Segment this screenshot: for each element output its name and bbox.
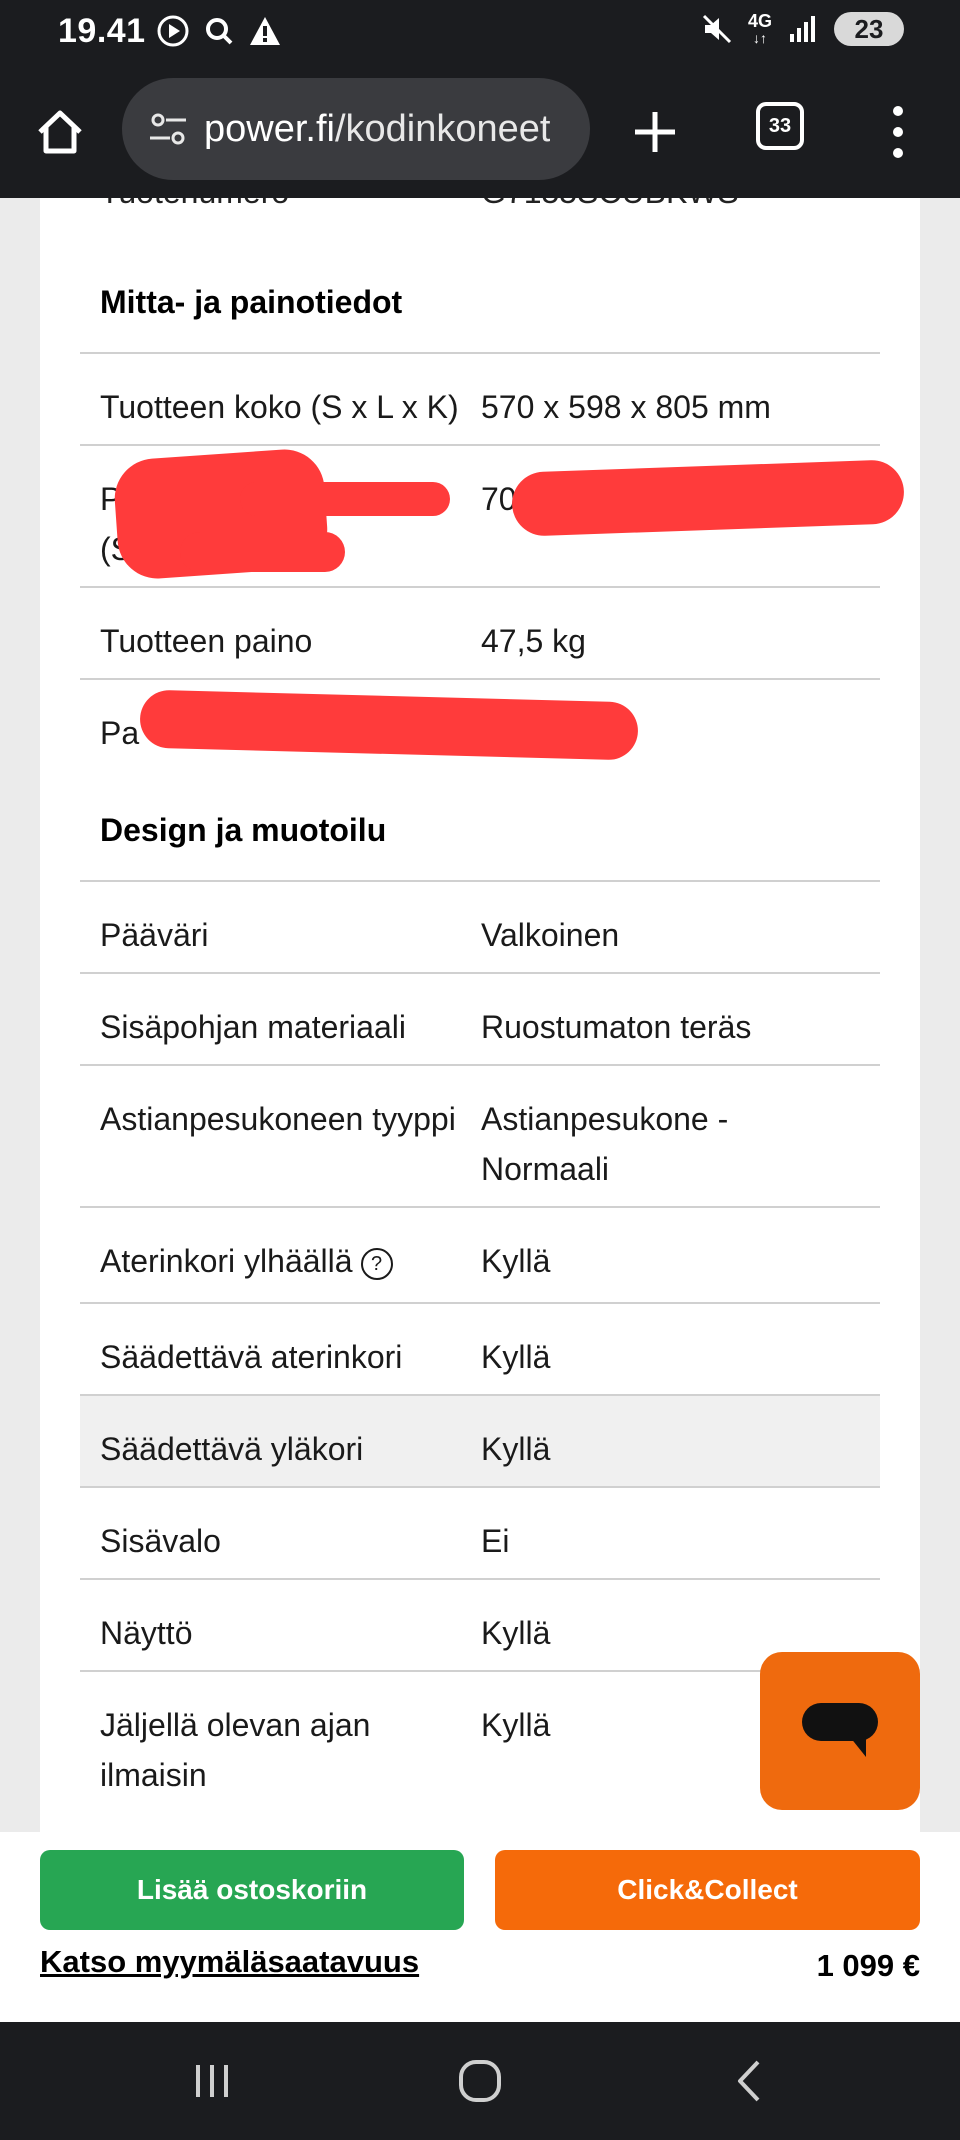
status-time: 19.41 xyxy=(58,12,146,50)
spec-value: Kyllä xyxy=(481,1431,551,1467)
section-title-design: Design ja muotoilu xyxy=(100,812,387,848)
spec-row: Sisäpohjan materiaali Ruostumaton teräs xyxy=(80,972,880,1064)
spec-label: Tuotteen paino xyxy=(100,623,313,659)
spec-value: Kyllä xyxy=(481,1615,551,1651)
media-playing-icon xyxy=(156,14,190,48)
spec-row: P (S x 70 xyxy=(80,444,905,586)
spec-row: Pääväri Valkoinen xyxy=(80,880,880,972)
help-icon[interactable]: ? xyxy=(360,1247,393,1280)
spec-value: G7155SCUBKWS xyxy=(481,198,739,211)
spec-label: Sisävalo xyxy=(100,1523,221,1559)
spec-row: Pa 5 xyxy=(80,678,880,770)
spec-value: 570 x 598 x 805 mm xyxy=(481,389,771,425)
redaction-mark xyxy=(180,532,345,572)
signal-icon xyxy=(786,12,820,46)
click-collect-button[interactable]: Click&Collect xyxy=(495,1850,920,1930)
battery-icon: 23 xyxy=(834,12,904,46)
mute-icon xyxy=(700,12,734,46)
product-price: 1 099 € xyxy=(816,1948,920,1983)
address-bar[interactable]: power.fi/kodinkoneet xyxy=(122,78,590,180)
search-lens-icon xyxy=(202,14,236,48)
add-to-cart-button[interactable]: Lisää ostoskoriin xyxy=(40,1850,464,1930)
plus-icon[interactable] xyxy=(625,102,685,162)
spec-value: Kyllä xyxy=(481,1339,551,1375)
warning-icon xyxy=(248,14,282,48)
spec-label: Säädettävä yläkori xyxy=(100,1431,364,1467)
spec-label: Tuotenumero xyxy=(100,198,289,211)
chat-button[interactable] xyxy=(760,1652,920,1810)
spec-value: 47,5 kg xyxy=(481,623,586,659)
spec-value: Kyllä xyxy=(481,1243,551,1279)
spec-value: Astianpesukone - Normaali xyxy=(481,1101,729,1187)
chat-bubble-icon xyxy=(802,1703,878,1757)
browser-toolbar: power.fi/kodinkoneet 33 xyxy=(0,66,960,198)
purchase-bar: Lisää ostoskoriin Click&Collect Katso my… xyxy=(0,1832,960,2022)
section-title-dimensions: Mitta- ja painotiedot xyxy=(100,284,403,320)
recent-apps-icon[interactable] xyxy=(182,2056,242,2106)
status-bar: 19.41 4G ↓↑ 23 xyxy=(0,0,960,66)
redaction-mark xyxy=(511,459,905,537)
system-navigation-bar xyxy=(0,2022,960,2140)
spec-row: Säädettävä yläkori Kyllä xyxy=(80,1394,880,1486)
spec-label: Näyttö xyxy=(100,1615,193,1651)
home-icon[interactable] xyxy=(30,102,90,162)
more-vert-icon[interactable] xyxy=(880,102,916,162)
tab-switcher-button[interactable]: 33 xyxy=(756,102,804,150)
spec-label: Tuotteen koko (S x L x K) xyxy=(100,389,459,425)
spec-value: Ruostumaton teräs xyxy=(481,1009,752,1045)
spec-row-partial: Tuotenumero G7155SCUBKWS xyxy=(100,198,920,210)
spec-row: Aterinkori ylhäällä? Kyllä xyxy=(80,1206,880,1302)
spec-row: Näyttö Kyllä xyxy=(80,1578,880,1670)
spec-label: Pääväri xyxy=(100,917,209,953)
spec-row: Tuotteen koko (S x L x K) 570 x 598 x 80… xyxy=(80,352,880,444)
battery-level: 23 xyxy=(854,13,884,44)
product-specs-card: Tuotenumero G7155SCUBKWS Mitta- ja paino… xyxy=(40,198,920,1832)
spec-row: Säädettävä aterinkori Kyllä xyxy=(80,1302,880,1394)
spec-row: Sisävalo Ei xyxy=(80,1486,880,1578)
spec-value: Ei xyxy=(481,1523,510,1559)
spec-row: Astianpesukoneen tyyppi Astianpesukone -… xyxy=(80,1064,880,1206)
store-availability-link[interactable]: Katso myymäläsaatavuus xyxy=(40,1944,419,1980)
redaction-mark xyxy=(240,482,450,516)
back-icon[interactable] xyxy=(720,2056,780,2106)
spec-label: Astianpesukoneen tyyppi xyxy=(100,1101,456,1137)
url-text: power.fi/kodinkoneet xyxy=(204,107,551,150)
spec-value: Valkoinen xyxy=(481,917,620,953)
site-settings-icon[interactable] xyxy=(146,107,190,151)
spec-row: Tuotteen paino 47,5 kg xyxy=(80,586,880,678)
network-type: 4G ↓↑ xyxy=(747,10,772,46)
spec-label: Sisäpohjan materiaali xyxy=(100,1009,406,1045)
home-nav-icon[interactable] xyxy=(450,2056,510,2106)
spec-label: Jäljellä olevan ajan ilmaisin xyxy=(100,1707,371,1793)
spec-label: Aterinkori ylhäällä? xyxy=(100,1236,480,1286)
spec-label: Säädettävä aterinkori xyxy=(100,1339,403,1375)
